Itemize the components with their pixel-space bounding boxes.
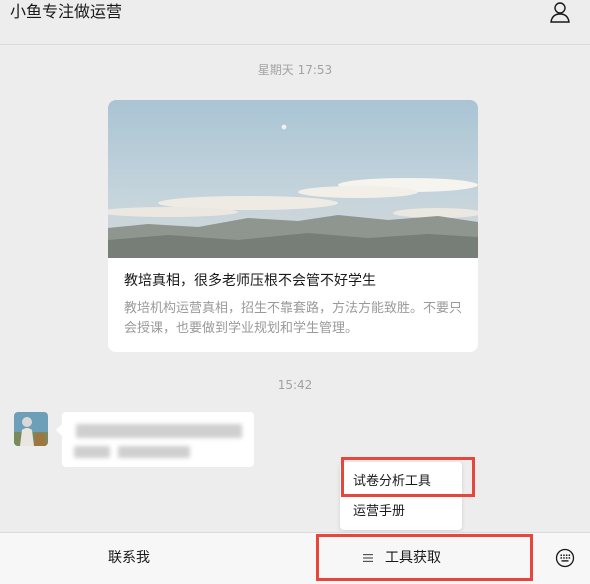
- hamburger-menu-icon: [363, 554, 373, 562]
- avatar-image: [14, 412, 48, 446]
- avatar[interactable]: [14, 412, 48, 446]
- article-cover-image: [108, 100, 478, 258]
- timestamp: 星期天 17:53: [257, 63, 333, 77]
- popup-menu: 试卷分析工具 运营手册: [340, 462, 462, 530]
- redacted-text: [74, 446, 110, 458]
- message-bubble[interactable]: [56, 412, 254, 467]
- bottom-menu-bar: 联系我 工具获取: [0, 532, 590, 584]
- timestamp: 15:42: [277, 378, 313, 392]
- keyboard-icon[interactable]: [555, 548, 575, 568]
- article-description: 教培机构运营真相，招生不靠套路，方法方能致胜。不要只会授课，也要做到学业规划和学…: [124, 301, 463, 336]
- menu-item-exam-analysis[interactable]: 试卷分析工具: [340, 467, 462, 497]
- chat-header: 小鱼专注做运营: [0, 0, 590, 45]
- divider: [532, 543, 533, 574]
- get-tools-button[interactable]: 工具获取: [363, 533, 483, 584]
- person-outline-icon[interactable]: [549, 1, 571, 23]
- get-tools-label: 工具获取: [385, 550, 441, 566]
- divider: [318, 543, 319, 574]
- menu-item-operations-manual[interactable]: 运营手册: [340, 497, 462, 527]
- contact-me-button[interactable]: 联系我: [108, 533, 150, 584]
- redacted-text: [76, 424, 242, 438]
- article-title: 教培真相，很多老师压根不会管不好学生: [124, 273, 376, 289]
- page-title: 小鱼专注做运营: [10, 2, 123, 21]
- redacted-text: [118, 446, 190, 458]
- article-card[interactable]: 教培真相，很多老师压根不会管不好学生 教培机构运营真相，招生不靠套路，方法方能致…: [108, 100, 478, 352]
